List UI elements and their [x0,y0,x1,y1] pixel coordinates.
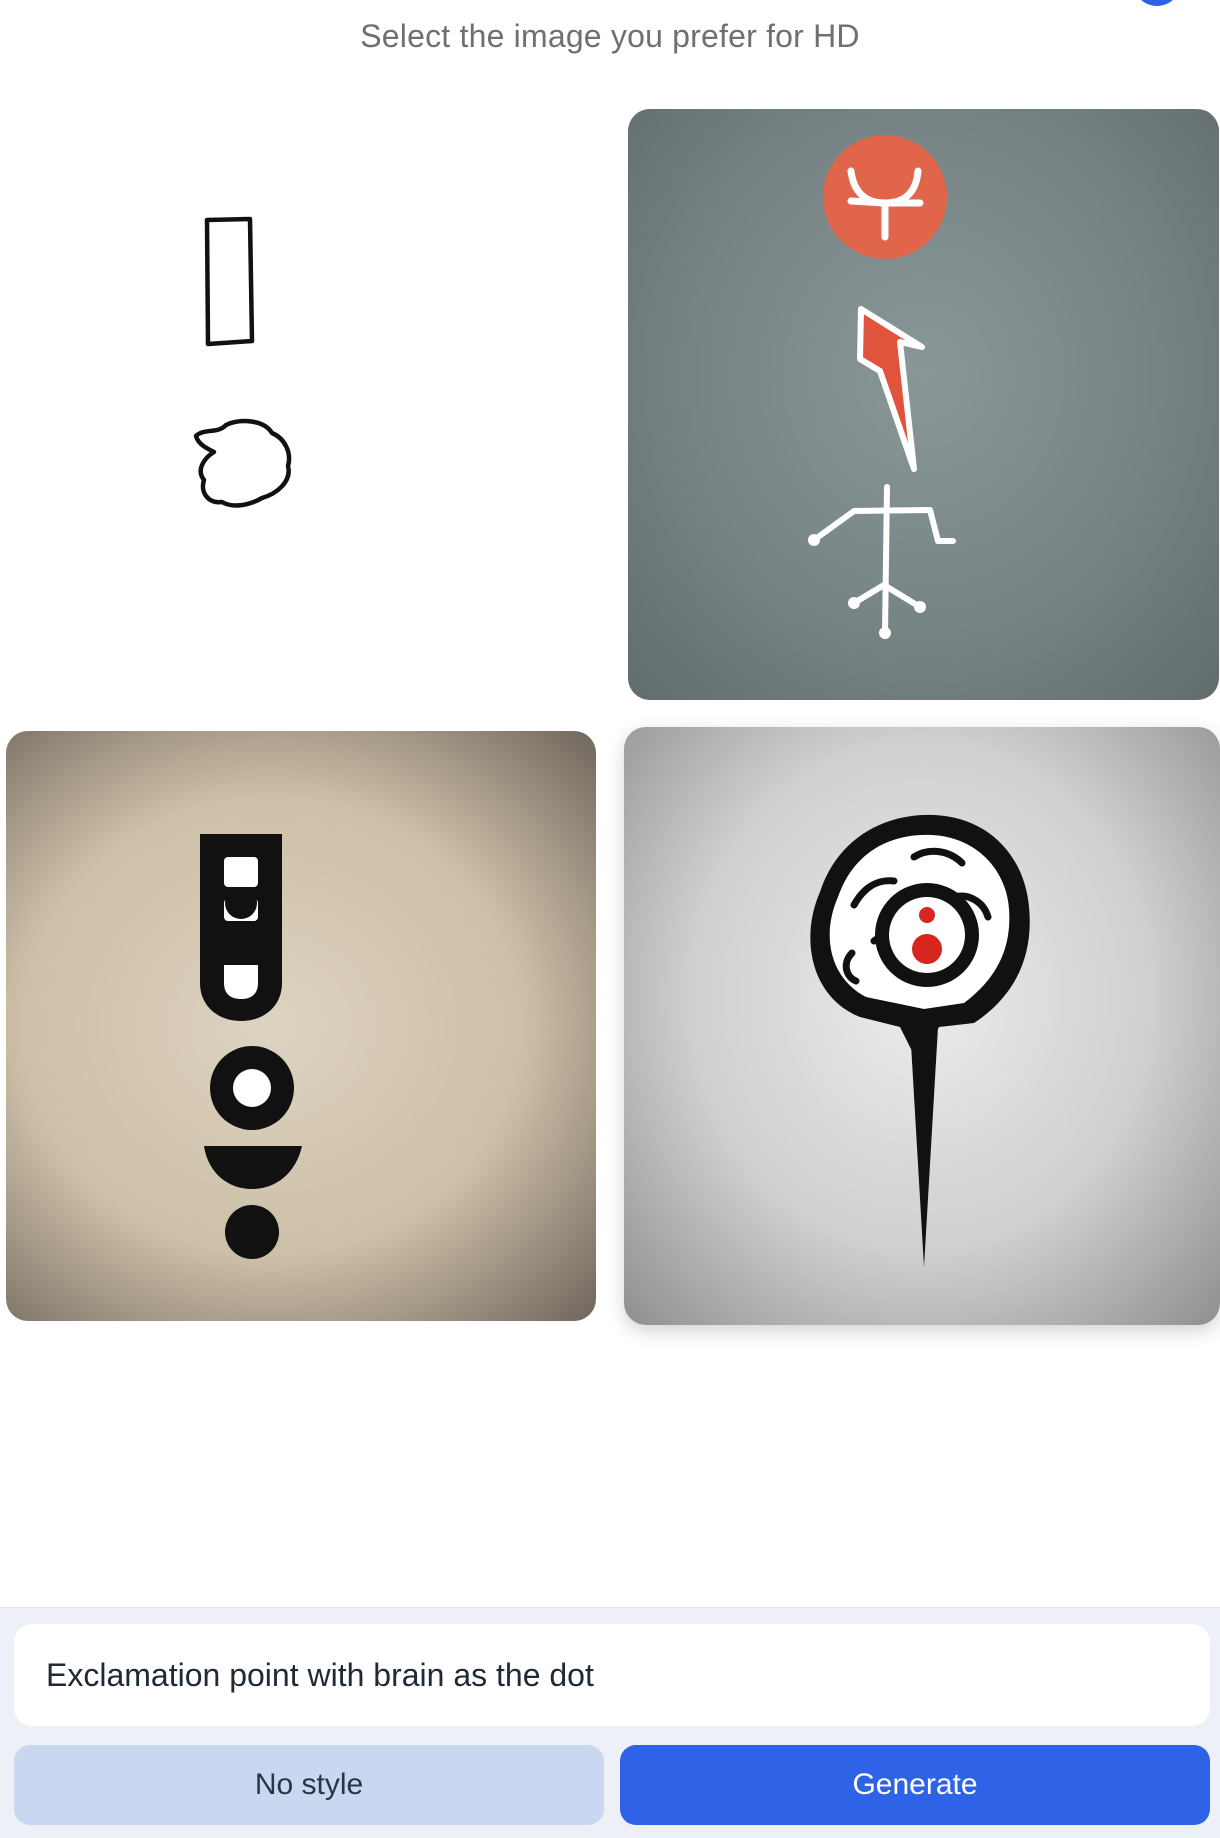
stick-figure-arrow-icon [808,135,956,639]
generate-button[interactable]: Generate [620,1745,1210,1825]
page-instruction: Select the image you prefer for HD [360,18,860,54]
option-image-brain[interactable] [624,727,1220,1325]
prompt-panel: Exclamation point with brain as the dot … [0,1607,1220,1838]
sketch-image[interactable] [0,100,600,700]
option-image-stick-figure[interactable] [628,109,1219,700]
style-button[interactable]: No style [14,1745,604,1825]
exclamation-symbol-icon [200,834,302,1259]
prompt-input[interactable]: Exclamation point with brain as the dot [14,1624,1210,1726]
option-image-exclamation[interactable] [6,731,596,1321]
brain-exclamation-icon [810,814,1030,1267]
exclamation-sketch-icon [193,216,292,508]
user-avatar[interactable] [1133,0,1181,6]
